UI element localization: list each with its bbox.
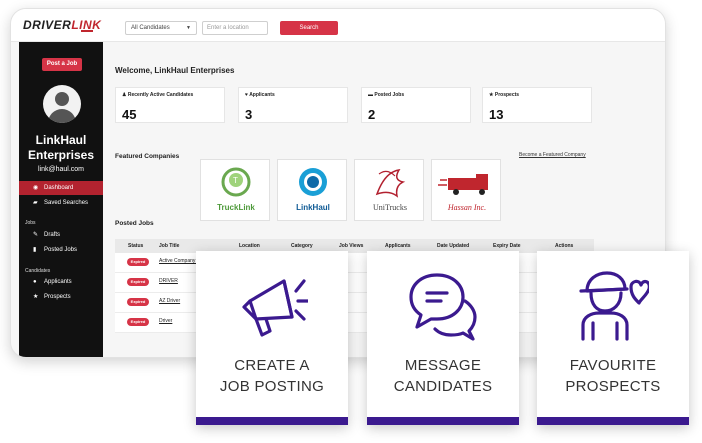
table-row[interactable]: Expired Driver xyxy=(115,313,594,333)
status-badge: Expired xyxy=(127,258,149,266)
company-logo-unitrucks[interactable]: UniTrucks xyxy=(354,159,424,221)
logo-underline xyxy=(81,30,93,32)
status-badge: Expired xyxy=(127,318,149,326)
sidebar-item-drafts[interactable]: ✎ Drafts xyxy=(19,228,103,242)
chat-bubbles-icon xyxy=(409,273,477,341)
sidebar-item-saved-searches[interactable]: ▰ Saved Searches xyxy=(19,196,103,210)
trucklink-logo-icon: T xyxy=(221,167,251,197)
stat-card-posted-jobs[interactable]: ▬ Posted Jobs 2 xyxy=(361,87,471,123)
card-title: FAVOURITE PROSPECTS xyxy=(565,357,661,395)
table-row[interactable]: Expired Active Company Dr xyxy=(115,253,594,273)
sidebar-item-applicants[interactable]: ● Applicants xyxy=(19,275,103,289)
sidebar-group-candidates: Candidates xyxy=(25,268,51,274)
location-input[interactable]: Enter a location xyxy=(202,21,268,35)
posted-jobs-heading: Posted Jobs xyxy=(115,220,154,227)
card-title: MESSAGE CANDIDATES xyxy=(393,357,493,395)
winged-horse-logo-icon xyxy=(375,169,406,198)
page: DRIVERLINK All Candidates ▼ Enter a locat… xyxy=(0,0,702,443)
search-button[interactable]: Search xyxy=(280,21,338,35)
dashboard-icon: ◉ xyxy=(33,185,39,191)
page-title: Welcome, LinkHaul Enterprises xyxy=(115,66,235,75)
edit-icon: ✎ xyxy=(33,232,39,238)
avatar-head xyxy=(55,92,69,106)
stat-card-applicants[interactable]: ♥ Applicants 3 xyxy=(238,87,348,123)
become-featured-link[interactable]: Become a Featured Company xyxy=(519,152,586,158)
driver-heart-icon xyxy=(579,271,649,341)
card-accent-bar xyxy=(367,417,519,425)
star-icon: ★ xyxy=(33,294,39,300)
status-badge: Expired xyxy=(127,278,149,286)
posted-jobs-table: Status Job Title Location Category Job V… xyxy=(115,239,594,333)
svg-text:T: T xyxy=(233,176,238,185)
card-title: CREATE A JOB POSTING xyxy=(219,357,325,395)
sidebar: Post a Job LinkHaul Enterprises link@hau… xyxy=(19,42,103,357)
company-logo-hassan[interactable]: Hassan Inc. xyxy=(431,159,501,221)
avatar xyxy=(43,85,81,123)
megaphone-icon xyxy=(242,279,308,337)
featured-companies-heading: Featured Companies xyxy=(115,153,180,160)
user-icon: ● xyxy=(33,279,37,285)
status-badge: Expired xyxy=(127,298,149,306)
job-title-link[interactable]: AZ Driver xyxy=(159,298,180,304)
post-job-button[interactable]: Post a Job xyxy=(42,58,82,71)
sidebar-item-posted-jobs[interactable]: ▮ Posted Jobs xyxy=(19,243,103,257)
feature-card-create-job[interactable]: CREATE A JOB POSTING xyxy=(196,251,348,425)
top-bar: DRIVERLINK All Candidates ▼ Enter a locat… xyxy=(11,9,665,42)
sidebar-item-dashboard[interactable]: ◉ Dashboard xyxy=(19,181,103,195)
stat-card-active-candidates[interactable]: ♟ Recently Active Candidates 45 xyxy=(115,87,225,123)
job-title-link[interactable]: Driver xyxy=(159,318,172,324)
feature-card-favourite-prospects[interactable]: FAVOURITE PROSPECTS xyxy=(537,251,689,425)
binoculars-icon: ▰ xyxy=(33,200,38,206)
company-email: link@haul.com xyxy=(37,166,84,173)
table-row[interactable]: Expired AZ Driver xyxy=(115,293,594,313)
company-logo-linkhaul[interactable]: LinkHaul xyxy=(277,159,347,221)
card-accent-bar xyxy=(196,417,348,425)
company-logo-trucklink[interactable]: T TruckLink xyxy=(200,159,270,221)
stat-card-prospects[interactable]: ★ Prospects 13 xyxy=(482,87,592,123)
avatar-body xyxy=(48,109,76,123)
red-truck-logo-icon xyxy=(438,174,488,195)
sidebar-group-jobs: Jobs xyxy=(25,220,36,226)
table-row[interactable]: Expired DRIVER xyxy=(115,273,594,293)
job-title-link[interactable]: DRIVER xyxy=(159,278,178,284)
chevron-down-icon: ▼ xyxy=(186,25,191,31)
card-accent-bar xyxy=(537,417,689,425)
table-header: Status Job Title Location Category Job V… xyxy=(115,239,594,253)
feature-card-message-candidates[interactable]: MESSAGE CANDIDATES xyxy=(367,251,519,425)
linkhaul-logo-icon xyxy=(299,168,327,196)
company-name: LinkHaul Enterprises xyxy=(27,133,95,162)
truck-icon: ▮ xyxy=(33,247,37,253)
candidates-select[interactable]: All Candidates ▼ xyxy=(125,21,197,35)
sidebar-item-prospects[interactable]: ★ Prospects xyxy=(19,290,103,304)
